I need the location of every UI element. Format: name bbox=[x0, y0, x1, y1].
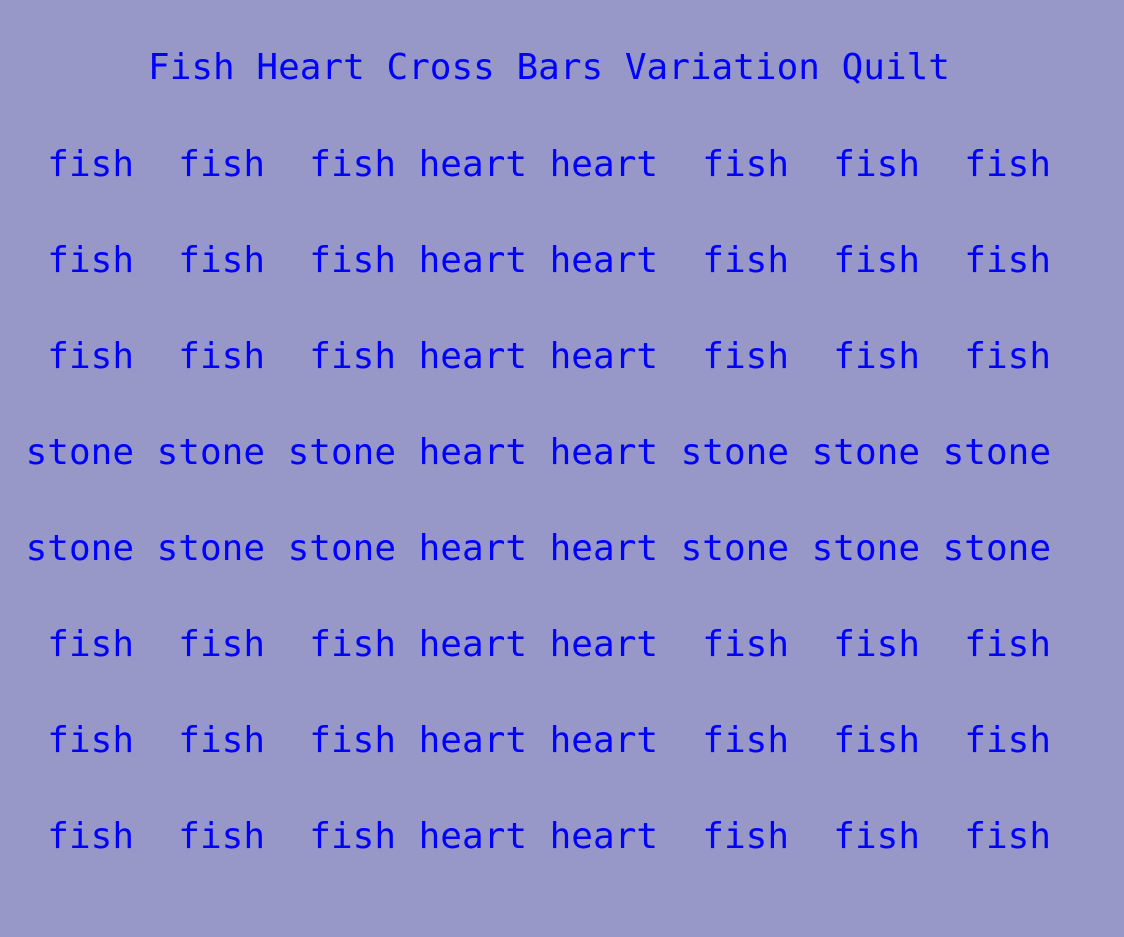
quilt-cell: heart bbox=[418, 240, 527, 281]
quilt-cell: fish bbox=[309, 240, 396, 281]
quilt-cell: fish bbox=[178, 144, 265, 185]
quilt-cell: fish bbox=[833, 624, 920, 665]
quilt-cell: stone bbox=[942, 528, 1051, 569]
quilt-row: fish fish fish heart heart fish fish fish bbox=[3, 623, 1063, 667]
quilt-cell: stone bbox=[680, 528, 789, 569]
quilt-cell: heart bbox=[549, 432, 658, 473]
quilt-cell: stone bbox=[25, 528, 134, 569]
quilt-cell: fish bbox=[702, 720, 789, 761]
quilt-cell: heart bbox=[549, 240, 658, 281]
quilt-cell: fish bbox=[833, 720, 920, 761]
quilt-cell: fish bbox=[309, 720, 396, 761]
quilt-cell: fish bbox=[833, 816, 920, 857]
quilt-cell: fish bbox=[47, 144, 134, 185]
quilt-row: fish fish fish heart heart fish fish fish bbox=[3, 239, 1063, 283]
quilt-cell: heart bbox=[549, 720, 658, 761]
quilt-cell: heart bbox=[549, 528, 658, 569]
quilt-cell: fish bbox=[964, 720, 1051, 761]
quilt-row: stone stone stone heart heart stone stone stone bbox=[3, 431, 1063, 475]
quilt-cell: fish bbox=[178, 624, 265, 665]
quilt-cell: stone bbox=[156, 432, 265, 473]
quilt-cell: stone bbox=[287, 528, 396, 569]
quilt-cell: fish bbox=[702, 624, 789, 665]
quilt-cell: heart bbox=[418, 624, 527, 665]
quilt-cell: stone bbox=[811, 432, 920, 473]
quilt-cell: fish bbox=[702, 144, 789, 185]
quilt-cell: fish bbox=[964, 816, 1051, 857]
quilt-row: fish fish fish heart heart fish fish fish bbox=[3, 143, 1063, 187]
quilt-cell: fish bbox=[964, 144, 1051, 185]
quilt-cell: fish bbox=[964, 240, 1051, 281]
quilt-cell: fish bbox=[702, 240, 789, 281]
quilt-cell: heart bbox=[418, 816, 527, 857]
quilt-cell: fish bbox=[833, 144, 920, 185]
quilt-cell: stone bbox=[25, 432, 134, 473]
quilt-cell: heart bbox=[418, 144, 527, 185]
quilt-cell: fish bbox=[178, 336, 265, 377]
quilt-cell: fish bbox=[47, 624, 134, 665]
quilt-cell: fish bbox=[47, 336, 134, 377]
quilt-row: fish fish fish heart heart fish fish fish bbox=[3, 719, 1063, 763]
quilt-cell: fish bbox=[178, 240, 265, 281]
quilt-cell: heart bbox=[549, 624, 658, 665]
quilt-cell: heart bbox=[549, 144, 658, 185]
quilt-cell: fish bbox=[47, 720, 134, 761]
quilt-cell: heart bbox=[418, 432, 527, 473]
quilt-cell: heart bbox=[418, 720, 527, 761]
quilt-cell: fish bbox=[702, 816, 789, 857]
quilt-cell: stone bbox=[156, 528, 265, 569]
quilt-cell: fish bbox=[964, 624, 1051, 665]
quilt-cell: heart bbox=[418, 336, 527, 377]
quilt-row: fish fish fish heart heart fish fish fish bbox=[3, 335, 1063, 379]
quilt-cell: fish bbox=[833, 336, 920, 377]
quilt-cell: fish bbox=[47, 240, 134, 281]
quilt-cell: fish bbox=[309, 624, 396, 665]
quilt-cell: fish bbox=[702, 336, 789, 377]
quilt-cell: fish bbox=[178, 816, 265, 857]
quilt-cell: fish bbox=[47, 816, 134, 857]
quilt-cell: fish bbox=[309, 336, 396, 377]
quilt-row: fish fish fish heart heart fish fish fish bbox=[3, 815, 1063, 859]
quilt-title: Fish Heart Cross Bars Variation Quilt bbox=[148, 47, 950, 88]
quilt-cell: fish bbox=[964, 336, 1051, 377]
quilt-row: stone stone stone heart heart stone stone stone bbox=[3, 527, 1063, 571]
quilt-cell: fish bbox=[178, 720, 265, 761]
quilt-cell: stone bbox=[942, 432, 1051, 473]
quilt-cell: fish bbox=[833, 240, 920, 281]
quilt-cell: fish bbox=[309, 816, 396, 857]
quilt-cell: stone bbox=[680, 432, 789, 473]
quilt-cell: stone bbox=[287, 432, 396, 473]
quilt-cell: heart bbox=[549, 816, 658, 857]
quilt-cell: heart bbox=[418, 528, 527, 569]
quilt-cell: heart bbox=[549, 336, 658, 377]
quilt-cell: fish bbox=[309, 144, 396, 185]
quilt-cell: stone bbox=[811, 528, 920, 569]
